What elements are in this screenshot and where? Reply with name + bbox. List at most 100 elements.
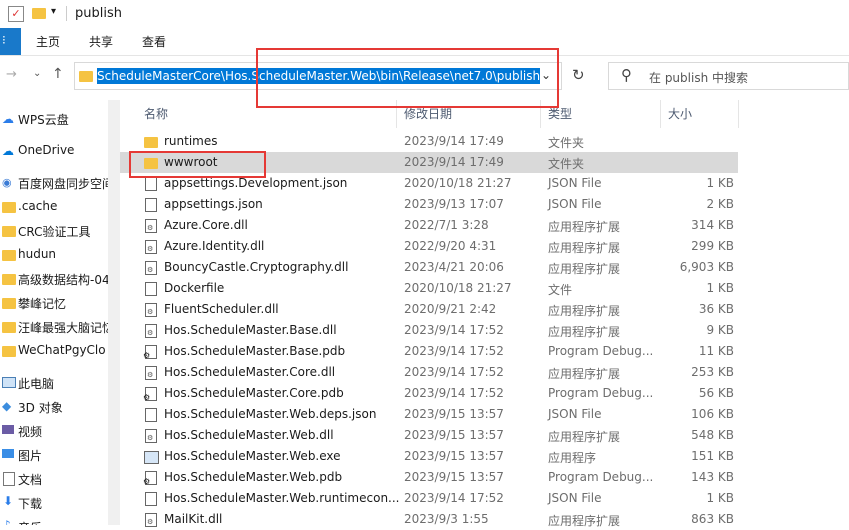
file-row[interactable]: ⚙ Hos.ScheduleMaster.Core.dll 2023/9/14 17… <box>120 362 738 383</box>
file-size: 863 KB <box>691 512 734 526</box>
sidebar-item[interactable]: ◆ 3D 对象 <box>0 396 108 418</box>
file-date: 2022/9/20 4:31 <box>404 239 497 253</box>
column-size[interactable]: 大小 <box>668 105 692 122</box>
picture-icon <box>2 448 15 459</box>
sidebar-item[interactable]: 攀峰记忆 <box>0 292 108 314</box>
file-size: 106 KB <box>691 407 734 421</box>
sidebar-item-label: 音乐 <box>18 519 42 525</box>
file-row[interactable]: ⚙ Azure.Core.dll 2022/7/1 3:28 应用程序扩展 314 KB <box>120 215 738 236</box>
file-name: appsettings.json <box>164 197 263 211</box>
sidebar-item[interactable]: 视频 <box>0 420 108 442</box>
tab-share[interactable]: 共享 <box>89 33 113 50</box>
sidebar-scrollbar[interactable] <box>108 100 120 525</box>
json-icon <box>144 491 158 506</box>
sidebar-item[interactable]: .cache <box>0 196 108 218</box>
sidebar-item[interactable]: 高级数据结构-04 <box>0 268 108 290</box>
sidebar-item[interactable]: ◉ 百度网盘同步空间 <box>0 172 108 194</box>
dll-icon: ⚙ <box>144 512 158 527</box>
file-size: 1 KB <box>706 281 734 295</box>
exe-icon <box>144 449 159 464</box>
file-tab[interactable]: ⁝ <box>0 28 21 55</box>
pc-icon <box>2 376 16 388</box>
file-row[interactable]: ⚙ Hos.ScheduleMaster.Web.dll 2023/9/15 13:… <box>120 425 738 446</box>
tab-home[interactable]: 主页 <box>36 33 60 50</box>
file-date: 2023/9/14 17:52 <box>404 344 504 358</box>
file-type: 应用程序扩展 <box>548 514 621 528</box>
dll-icon: ⚙ <box>144 428 158 443</box>
file-row[interactable]: Hos.ScheduleMaster.Web.exe 2023/9/15 13:5… <box>120 446 738 467</box>
file-row[interactable]: Hos.ScheduleMaster.Web.runtimecon... 2023… <box>120 488 738 509</box>
folder-icon <box>2 272 16 285</box>
file-row[interactable]: ⚙ FluentScheduler.dll 2020/9/21 2:42 应用程序扩展… <box>120 299 738 320</box>
dropdown-arrow-icon[interactable]: ▾ <box>51 6 56 17</box>
pdb-icon: ⚙ <box>143 470 158 486</box>
file-icon <box>144 281 158 296</box>
file-size: 11 KB <box>698 344 734 358</box>
search-placeholder: 在 publish 中搜索 <box>649 71 748 85</box>
file-date: 2023/9/15 13:57 <box>404 449 504 463</box>
file-date: 2023/9/15 13:57 <box>404 470 504 484</box>
search-box[interactable]: ⚲ 在 publish 中搜索 <box>608 62 849 90</box>
file-type: 应用程序 <box>548 451 597 465</box>
file-type: 文件夹 <box>548 136 585 150</box>
refresh-icon[interactable]: ↻ <box>572 66 585 84</box>
file-row[interactable]: Hos.ScheduleMaster.Web.deps.json 2023/9/1… <box>120 404 738 425</box>
sidebar-item[interactable]: CRC验证工具 <box>0 220 108 242</box>
sidebar-item[interactable]: 文档 <box>0 468 108 490</box>
file-row[interactable]: ⚙ MailKit.dll 2023/9/3 1:55 应用程序扩展 863 KB <box>120 509 738 530</box>
file-name: Hos.ScheduleMaster.Web.dll <box>164 428 334 442</box>
folder-icon <box>79 71 93 82</box>
dll-icon: ⚙ <box>144 239 158 254</box>
file-date: 2023/9/14 17:49 <box>404 134 504 148</box>
sidebar-item-label: 此电脑 <box>18 377 55 391</box>
sidebar-item-label: 高级数据结构-04 <box>18 273 108 287</box>
sidebar-item[interactable]: hudun <box>0 244 108 266</box>
file-size: 2 KB <box>706 197 734 211</box>
file-row[interactable]: ⚙ Hos.ScheduleMaster.Core.pdb 2023/9/14 17… <box>120 383 738 404</box>
file-date: 2020/10/18 21:27 <box>404 176 512 190</box>
file-row[interactable]: ⚙ Hos.ScheduleMaster.Base.pdb 2023/9/14 17… <box>120 341 738 362</box>
file-row[interactable]: ⚙ Hos.ScheduleMaster.Base.dll 2023/9/14 17… <box>120 320 738 341</box>
document-icon <box>2 472 15 486</box>
column-name[interactable]: 名称 <box>144 105 168 122</box>
sidebar-item-label: 3D 对象 <box>18 401 63 415</box>
sidebar-item[interactable]: 此电脑 <box>0 372 108 394</box>
navigation-pane: ☁ WPS云盘 ☁ OneDrive ◉ 百度网盘同步空间 .cache CRC验证工具 hud… <box>0 100 108 525</box>
sidebar-item[interactable]: ♪ 音乐 <box>0 516 108 525</box>
3d-icon: ◆ <box>2 399 12 413</box>
file-date: 2023/9/14 17:52 <box>404 365 504 379</box>
sidebar-item[interactable]: ⬇ 下载 <box>0 492 108 514</box>
video-icon <box>2 424 15 435</box>
checkmark-icon[interactable]: ✓ <box>8 6 24 22</box>
file-row[interactable]: runtimes 2023/9/14 17:49 文件夹 <box>120 131 738 152</box>
file-row[interactable]: appsettings.json 2023/9/13 17:07 JSON File… <box>120 194 738 215</box>
file-size: 253 KB <box>691 365 734 379</box>
dll-icon: ⚙ <box>144 323 158 338</box>
file-type: 应用程序扩展 <box>548 241 621 255</box>
file-row[interactable]: ⚙ Azure.Identity.dll 2022/9/20 4:31 应用程序扩展 2… <box>120 236 738 257</box>
file-row[interactable]: ⚙ BouncyCastle.Cryptography.dll 2023/4/21 … <box>120 257 738 278</box>
forward-arrow-icon[interactable]: → <box>6 67 17 82</box>
sidebar-item[interactable]: 汪峰最强大脑记忆 <box>0 316 108 338</box>
sidebar-item-label: 汪峰最强大脑记忆 <box>18 321 108 335</box>
file-name: Hos.ScheduleMaster.Web.deps.json <box>164 407 377 421</box>
folder-icon <box>2 200 16 213</box>
tab-view[interactable]: 查看 <box>142 33 166 50</box>
file-row[interactable]: Dockerfile 2020/10/18 21:27 文件 1 KB <box>120 278 738 299</box>
file-date: 2022/7/1 3:28 <box>404 218 489 232</box>
file-date: 2020/10/18 21:27 <box>404 281 512 295</box>
sidebar-item[interactable]: WeChatPgyClo <box>0 340 108 362</box>
sidebar-item[interactable]: 图片 <box>0 444 108 466</box>
up-arrow-icon[interactable]: ↑ <box>52 66 64 82</box>
cloud-icon: ☁ <box>2 112 14 126</box>
file-size: 314 KB <box>691 218 734 232</box>
recent-dropdown-icon[interactable]: ⌄ <box>33 68 41 79</box>
sidebar-item[interactable]: ☁ OneDrive <box>0 140 108 162</box>
file-row[interactable]: ⚙ Hos.ScheduleMaster.Web.pdb 2023/9/15 13:… <box>120 467 738 488</box>
annotation-box-address <box>256 48 559 108</box>
file-size: 56 KB <box>698 386 734 400</box>
file-date: 2020/9/21 2:42 <box>404 302 497 316</box>
file-type: 应用程序扩展 <box>548 220 621 234</box>
sidebar-item[interactable]: ☁ WPS云盘 <box>0 108 108 130</box>
file-date: 2023/9/14 17:49 <box>404 155 504 169</box>
